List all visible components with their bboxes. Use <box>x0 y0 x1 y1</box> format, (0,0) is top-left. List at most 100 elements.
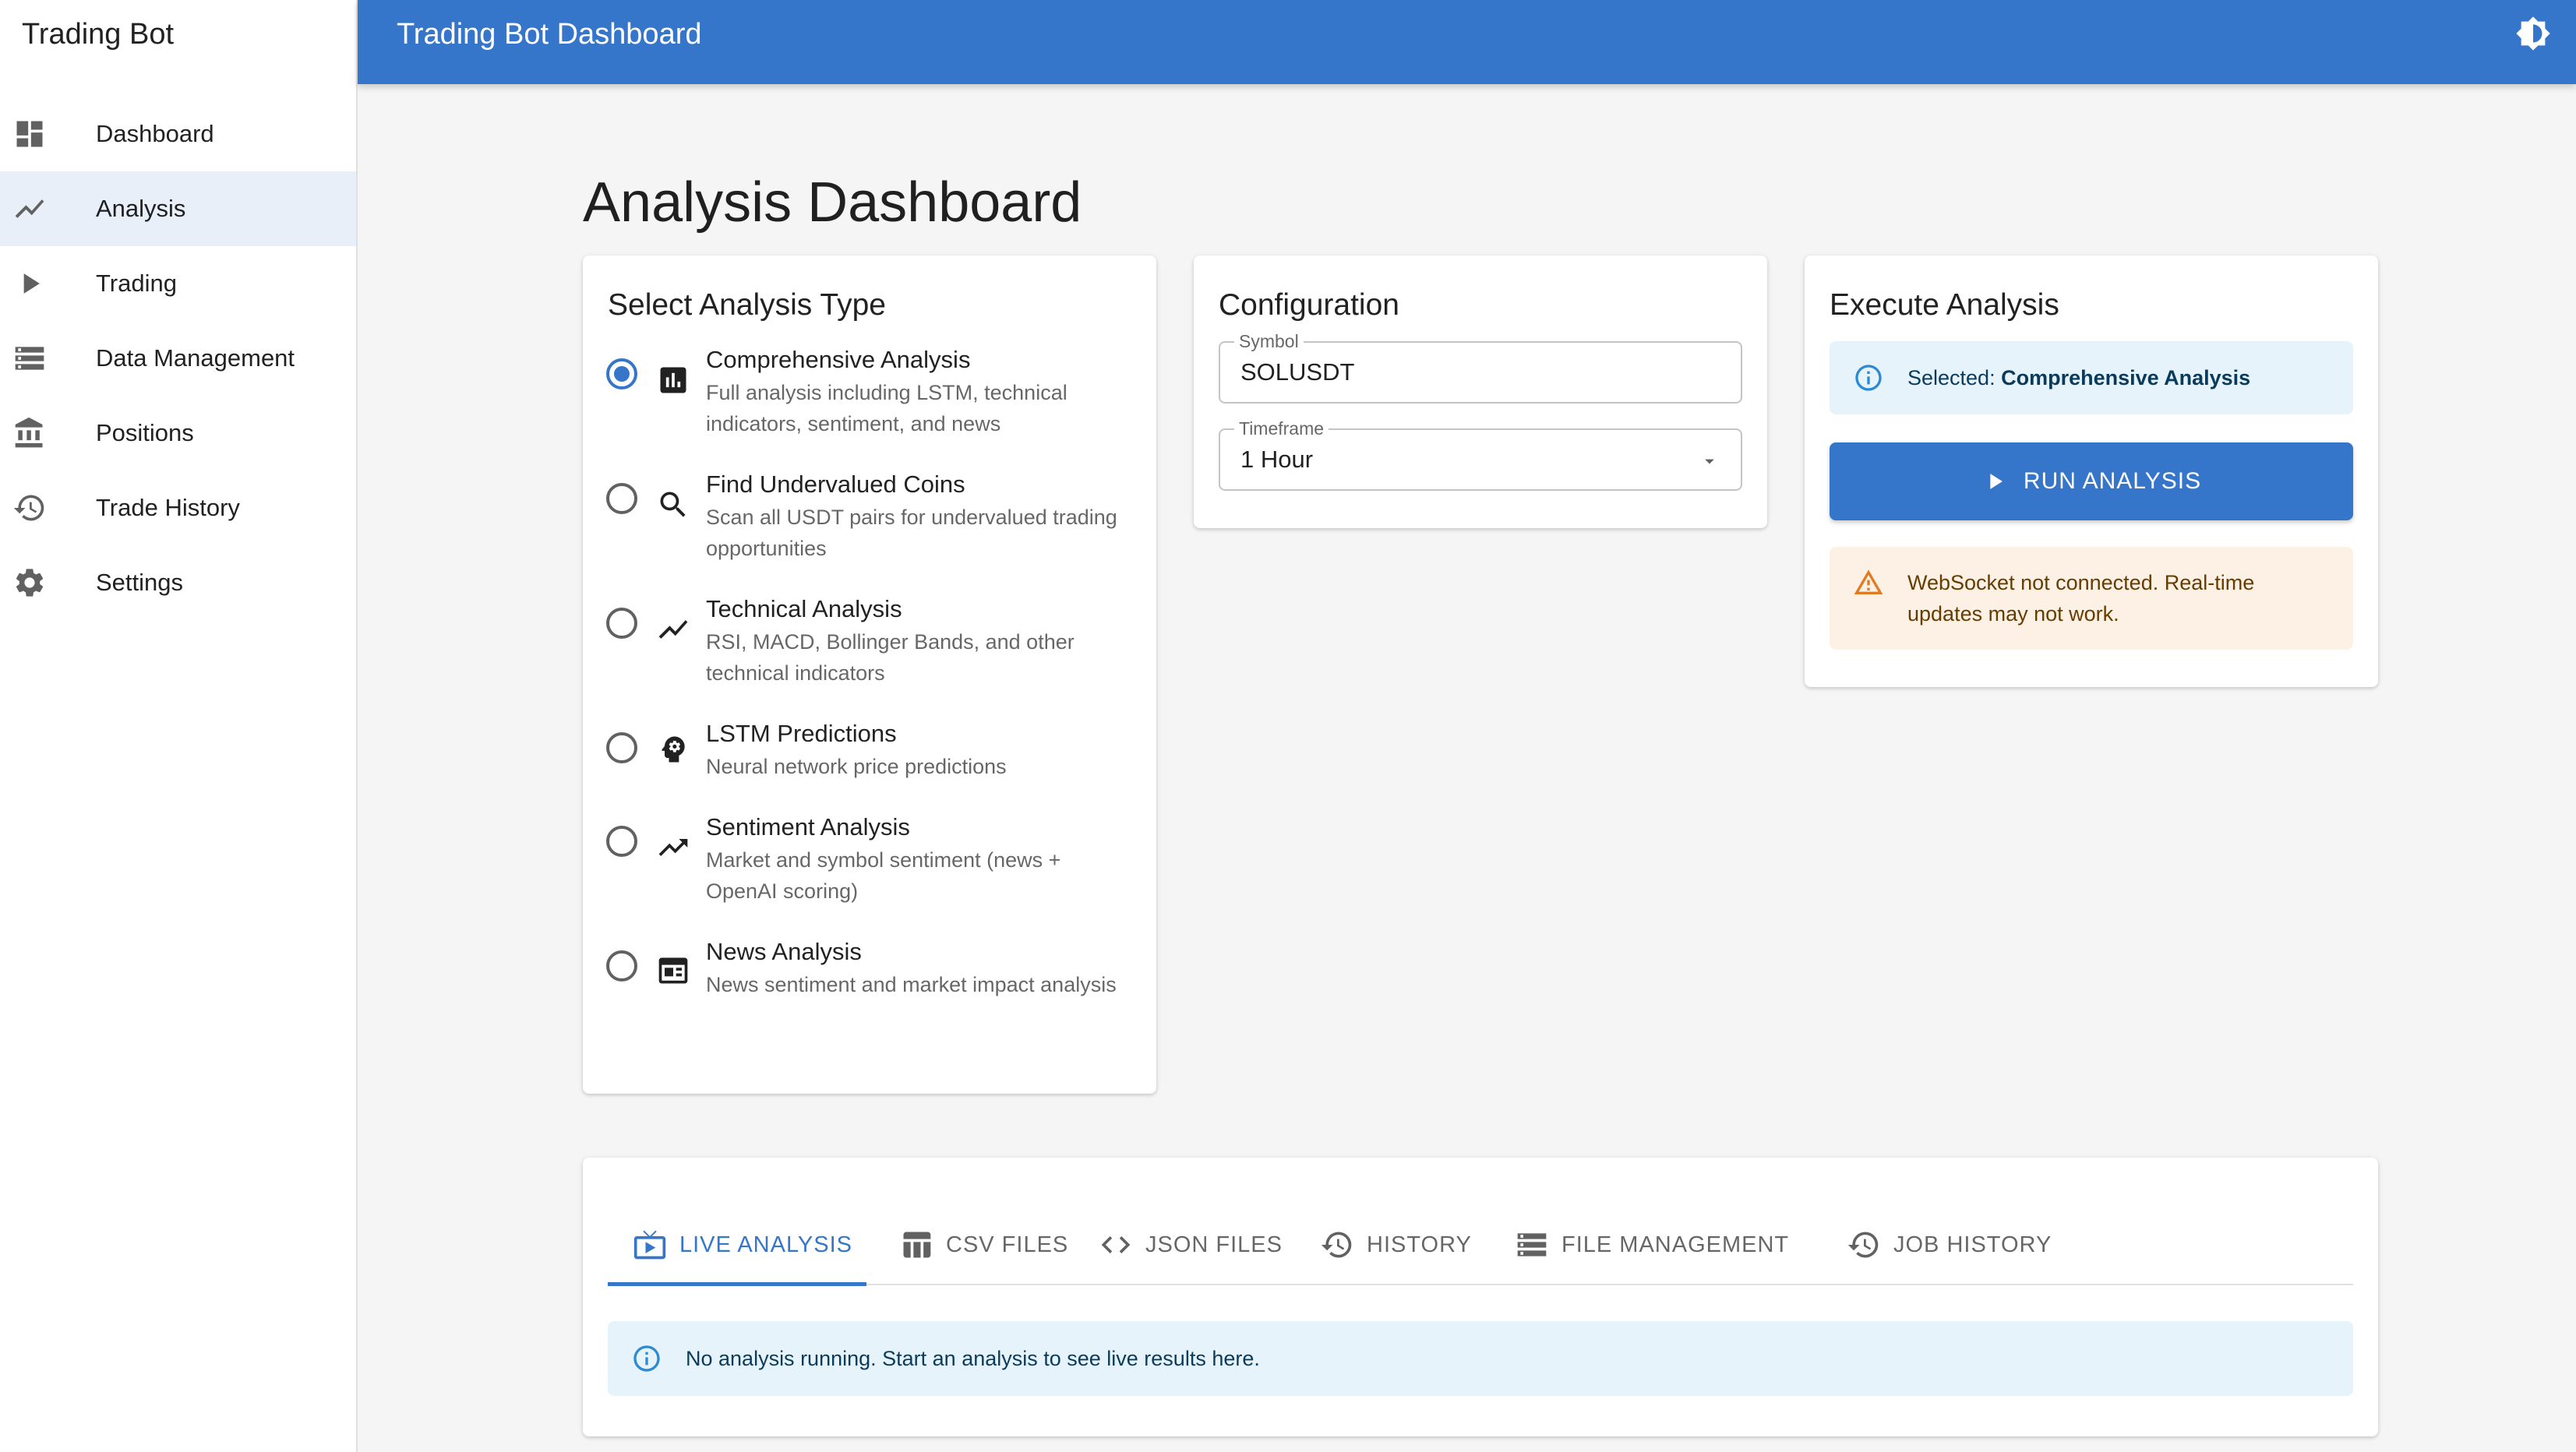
timeframe-select[interactable]: Timeframe 1 Hour <box>1219 418 1742 491</box>
tab-job-history[interactable]: JOB HISTORY <box>1847 1204 2052 1285</box>
history-icon <box>12 491 47 525</box>
results-tabs: LIVE ANALYSIS CSV FILES JSON FILES HISTO… <box>608 1204 2353 1286</box>
gear-icon <box>12 566 47 600</box>
tab-json-files[interactable]: JSON FILES <box>1099 1204 1283 1285</box>
sidebar: Trading Bot Dashboard Analysis Trading D… <box>0 0 358 1452</box>
tab-history[interactable]: HISTORY <box>1320 1204 1472 1285</box>
tab-label: JSON FILES <box>1145 1232 1283 1257</box>
symbol-input[interactable]: SOLUSDT <box>1240 357 1354 388</box>
tab-label: LIVE ANALYSIS <box>679 1232 853 1257</box>
warning-text: WebSocket not connected. Real-time updat… <box>1907 571 2255 626</box>
sidebar-item-data-management[interactable]: Data Management <box>0 321 356 396</box>
option-technical-analysis[interactable]: Technical Analysis RSI, MACD, Bollinger … <box>583 594 1156 710</box>
sidebar-item-trading[interactable]: Trading <box>0 246 356 321</box>
option-title: Find Undervalued Coins <box>706 470 965 498</box>
info-icon <box>1853 362 1884 393</box>
play-icon <box>1990 474 2003 489</box>
tab-live-analysis[interactable]: LIVE ANALYSIS <box>633 1204 852 1285</box>
option-title: News Analysis <box>706 938 862 965</box>
radio-news-analysis[interactable] <box>606 950 637 982</box>
option-description: Full analysis including LSTM, technical … <box>706 381 1067 435</box>
option-sentiment-analysis[interactable]: Sentiment Analysis Market and symbol sen… <box>583 812 1156 929</box>
option-description: Market and symbol sentiment (news + Open… <box>706 848 1061 903</box>
sidebar-item-trade-history[interactable]: Trade History <box>0 470 356 545</box>
bar-chart-icon <box>656 363 690 397</box>
tab-label: JOB HISTORY <box>1893 1232 2052 1257</box>
websocket-warning-alert: WebSocket not connected. Real-time updat… <box>1830 547 2353 650</box>
no-analysis-info-alert: No analysis running. Start an analysis t… <box>608 1321 2353 1396</box>
sidebar-item-label: Settings <box>96 569 184 596</box>
option-comprehensive-analysis[interactable]: Comprehensive Analysis Full analysis inc… <box>583 344 1156 461</box>
history-icon <box>1847 1232 1879 1258</box>
appbar-title: Trading Bot Dashboard <box>397 18 702 51</box>
option-title: Comprehensive Analysis <box>706 346 971 373</box>
tab-label: HISTORY <box>1367 1232 1472 1257</box>
warning-icon <box>1853 567 1884 598</box>
option-description: Scan all USDT pairs for undervalued trad… <box>706 506 1117 560</box>
search-icon <box>656 488 690 522</box>
trending-up-icon <box>656 830 690 865</box>
tab-csv-files[interactable]: CSV FILES <box>899 1204 1068 1285</box>
tab-label: FILE MANAGEMENT <box>1561 1232 1790 1257</box>
sidebar-item-label: Trade History <box>96 494 240 521</box>
execute-card: Execute Analysis Selected: Comprehensive… <box>1805 256 2378 687</box>
sidebar-item-dashboard[interactable]: Dashboard <box>0 97 356 171</box>
trending-up-icon <box>12 192 47 226</box>
radio-sentiment-analysis[interactable] <box>606 826 637 857</box>
no-analysis-text: No analysis running. Start an analysis t… <box>686 1347 1260 1370</box>
option-news-analysis[interactable]: News Analysis News sentiment and market … <box>583 936 1156 1053</box>
selected-info-alert: Selected: Comprehensive Analysis <box>1830 341 2353 414</box>
info-icon <box>631 1343 662 1374</box>
sidebar-item-positions[interactable]: Positions <box>0 396 356 470</box>
storage-icon <box>1517 1233 1547 1256</box>
configuration-card: Configuration Symbol SOLUSDT Timeframe 1… <box>1194 256 1767 528</box>
card-title: Execute Analysis <box>1830 288 2059 322</box>
tab-label: CSV FILES <box>946 1232 1069 1257</box>
code-icon <box>1101 1236 1131 1253</box>
option-description: News sentiment and market impact analysi… <box>706 973 1117 996</box>
selected-value: Comprehensive Analysis <box>2001 366 2251 389</box>
results-card: LIVE ANALYSIS CSV FILES JSON FILES HISTO… <box>583 1158 2378 1436</box>
sidebar-item-label: Positions <box>96 419 194 446</box>
run-analysis-label: RUN ANALYSIS <box>2023 468 2202 494</box>
sidebar-item-analysis[interactable]: Analysis <box>0 171 356 246</box>
radio-comprehensive-analysis[interactable] <box>606 358 637 389</box>
option-title: Sentiment Analysis <box>706 813 910 841</box>
symbol-label: Symbol <box>1234 330 1304 352</box>
bank-icon <box>12 416 47 450</box>
app-title: Trading Bot <box>22 18 175 51</box>
sidebar-item-label: Trading <box>96 270 177 297</box>
radio-technical-analysis[interactable] <box>606 608 637 639</box>
radio-find-undervalued-coins[interactable] <box>606 483 637 514</box>
show-chart-icon <box>656 612 690 647</box>
app-bar: Trading Bot Dashboard <box>358 0 2576 84</box>
chevron-down-icon[interactable] <box>1699 450 1720 472</box>
option-description: RSI, MACD, Bollinger Bands, and other te… <box>706 630 1075 685</box>
symbol-field[interactable]: Symbol SOLUSDT <box>1219 330 1742 404</box>
newspaper-icon <box>656 953 690 988</box>
card-title: Configuration <box>1219 288 1399 322</box>
sidebar-item-label: Analysis <box>96 195 186 222</box>
run-analysis-button[interactable]: RUN ANALYSIS <box>1830 442 2353 520</box>
storage-icon <box>12 341 47 375</box>
selected-prefix: Selected: <box>1907 366 2002 389</box>
analysis-type-card: Select Analysis Type Comprehensive Analy… <box>583 256 1156 1094</box>
sidebar-item-label: Dashboard <box>96 120 214 147</box>
live-tv-icon <box>633 1230 666 1260</box>
sidebar-item-label: Data Management <box>96 344 295 372</box>
sidebar-item-settings[interactable]: Settings <box>0 545 356 620</box>
sidebar-nav: Dashboard Analysis Trading Data Manageme… <box>0 97 356 620</box>
timeframe-value: 1 Hour <box>1240 446 1314 473</box>
theme-toggle-button[interactable] <box>2514 16 2553 55</box>
selected-text: Selected: Comprehensive Analysis <box>1907 362 2250 393</box>
timeframe-label: Timeframe <box>1234 418 1329 439</box>
dashboard-icon <box>12 117 47 151</box>
brightness-icon <box>2515 16 2551 55</box>
radio-lstm-predictions[interactable] <box>606 732 637 763</box>
page-title: Analysis Dashboard <box>583 171 1082 234</box>
tab-file-management[interactable]: FILE MANAGEMENT <box>1515 1204 1789 1285</box>
option-title: LSTM Predictions <box>706 720 897 747</box>
option-title: Technical Analysis <box>706 595 902 622</box>
option-description: Neural network price predictions <box>706 755 1007 778</box>
option-find-undervalued-coins[interactable]: Find Undervalued Coins Scan all USDT pai… <box>583 469 1156 586</box>
